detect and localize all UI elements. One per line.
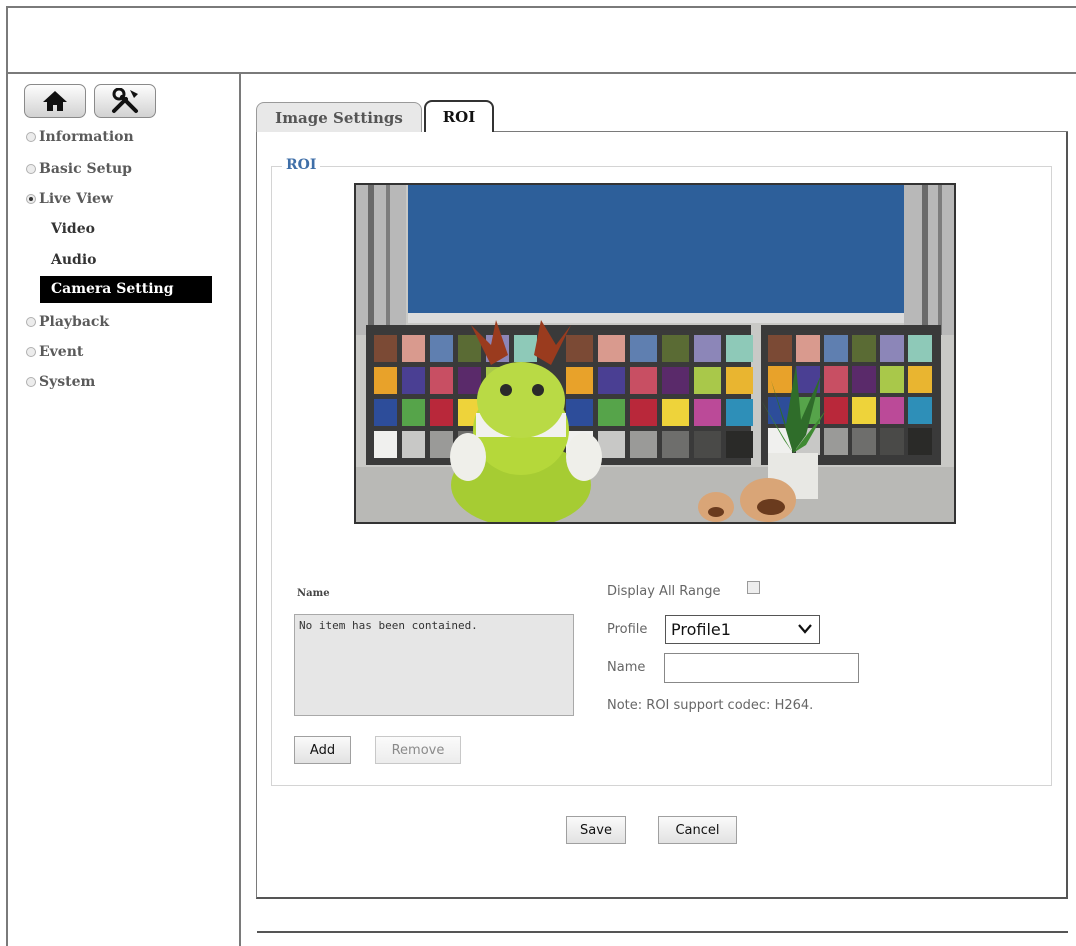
sidebar-item-event[interactable]: Event — [26, 344, 83, 360]
roi-list-header: Name — [297, 588, 330, 599]
bottom-divider — [257, 931, 1068, 933]
sidebar-item-label: Event — [39, 344, 84, 360]
profile-select-value: Profile1 — [671, 620, 731, 639]
remove-button[interactable]: Remove — [375, 736, 461, 764]
sidebar-divider — [239, 74, 241, 946]
sidebar-item-label: Information — [39, 129, 134, 145]
codec-note: Note: ROI support codec: H264. — [607, 698, 814, 713]
radio-icon — [26, 317, 36, 327]
roi-list-empty-text: No item has been contained. — [299, 619, 478, 632]
tools-icon — [112, 88, 138, 113]
profile-select[interactable]: Profile1 — [665, 615, 820, 644]
name-label: Name — [607, 660, 646, 675]
tab-roi[interactable]: ROI — [424, 100, 494, 132]
sidebar-item-label: Basic Setup — [39, 161, 132, 177]
home-icon — [43, 91, 67, 111]
sidebar-item-label: System — [39, 374, 96, 390]
sidebar-subitem-video[interactable]: Video — [51, 221, 95, 237]
camera-image — [356, 185, 954, 522]
chevron-down-icon — [798, 624, 812, 634]
sidebar-subitem-audio[interactable]: Audio — [51, 252, 97, 268]
sidebar-item-system[interactable]: System — [26, 374, 95, 390]
sidebar-subitem-camera-setting[interactable]: Camera Setting — [40, 276, 212, 303]
sidebar-item-basic-setup[interactable]: Basic Setup — [26, 161, 132, 177]
camera-preview[interactable] — [354, 183, 956, 524]
add-button[interactable]: Add — [294, 736, 351, 764]
profile-label: Profile — [607, 622, 648, 637]
sidebar-item-playback[interactable]: Playback — [26, 314, 109, 330]
radio-icon — [26, 132, 36, 142]
header-divider — [8, 72, 1076, 74]
tab-image-settings[interactable]: Image Settings — [256, 102, 422, 132]
sidebar-item-live-view[interactable]: Live View — [26, 191, 113, 207]
radio-icon — [26, 377, 36, 387]
save-button[interactable]: Save — [566, 816, 626, 844]
home-button[interactable] — [24, 84, 86, 118]
cancel-button[interactable]: Cancel — [658, 816, 737, 844]
display-all-range-label: Display All Range — [607, 584, 721, 599]
roi-list[interactable]: No item has been contained. — [294, 614, 574, 716]
name-input[interactable] — [664, 653, 859, 683]
sidebar-item-information[interactable]: Information — [26, 129, 134, 145]
roi-legend: ROI — [282, 157, 321, 173]
display-all-range-checkbox[interactable] — [747, 581, 760, 594]
sidebar-item-label: Playback — [39, 314, 110, 330]
tab-strip-line — [494, 131, 1068, 132]
sidebar-item-label: Live View — [39, 191, 113, 207]
radio-icon — [26, 164, 36, 174]
tools-button[interactable] — [94, 84, 156, 118]
radio-icon — [26, 347, 36, 357]
radio-selected-icon — [26, 194, 36, 204]
